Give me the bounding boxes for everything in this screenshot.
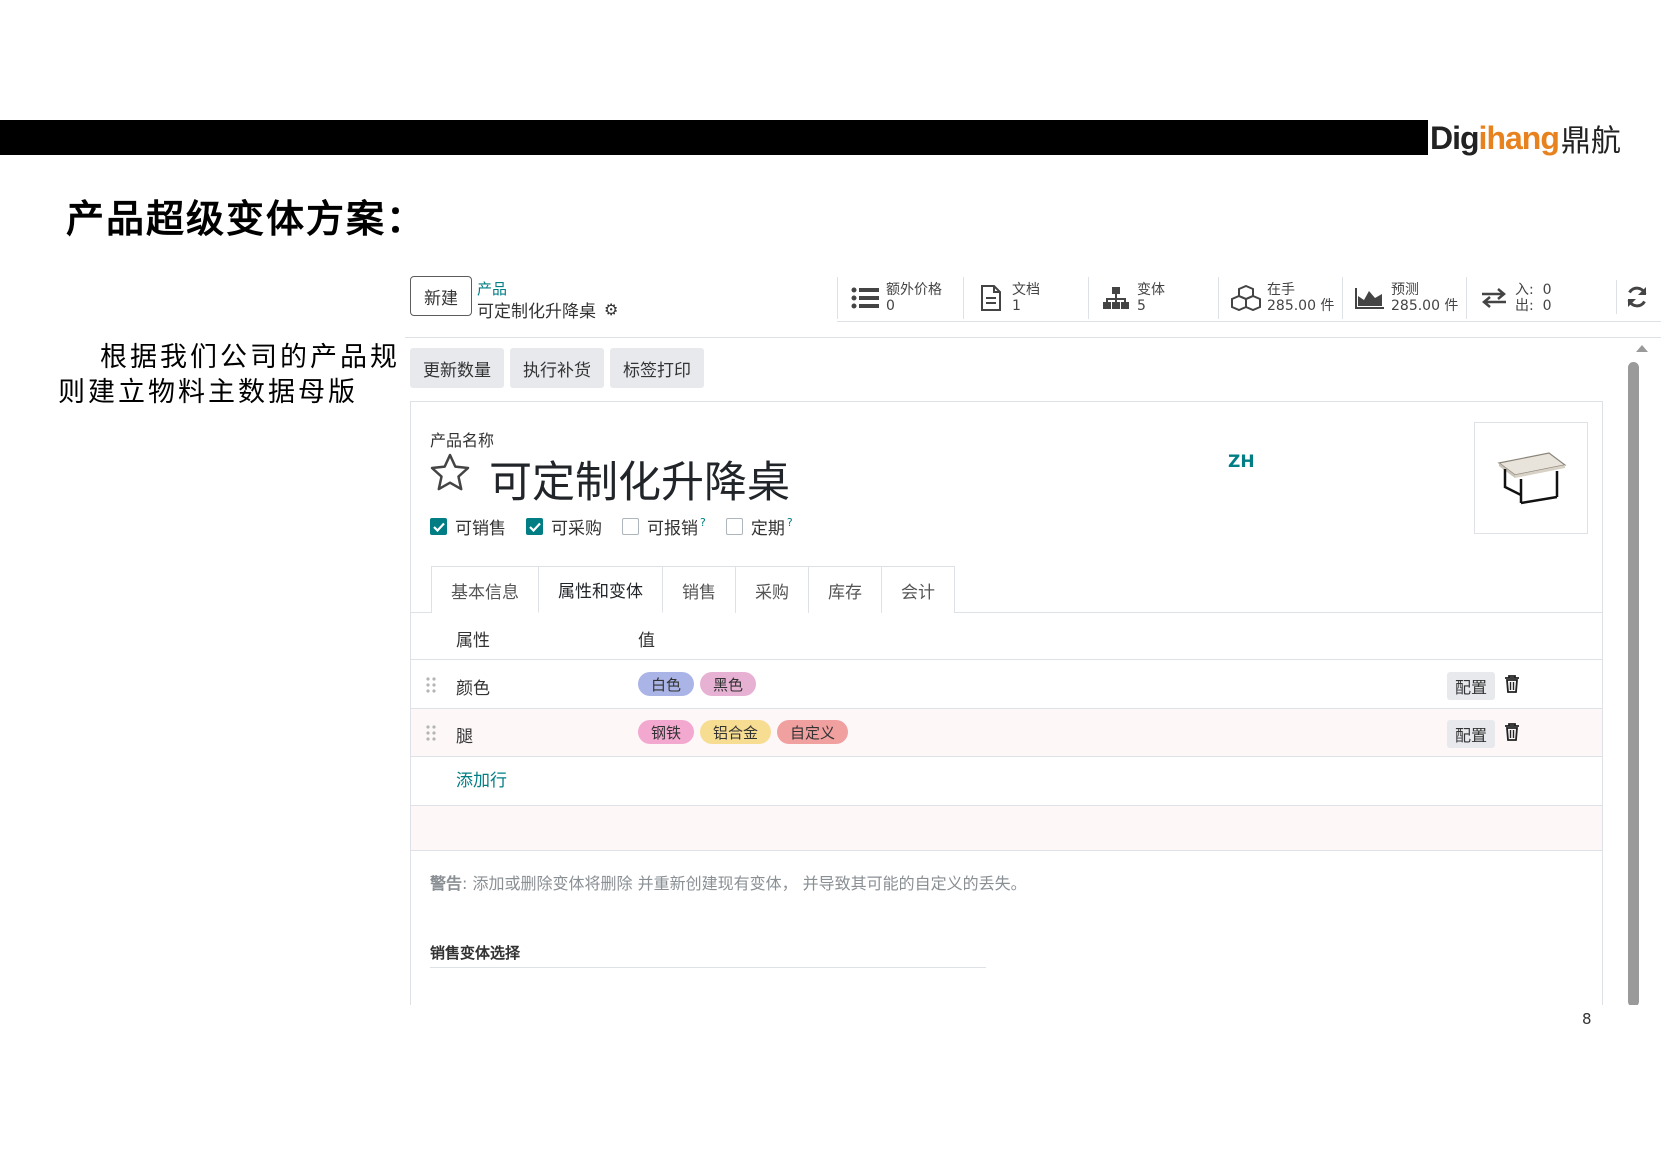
action-buttons: 更新数量 执行补货 标签打印	[410, 348, 704, 388]
language-button[interactable]: ZH	[1228, 452, 1255, 472]
company-logo: Dig ihang 鼎航	[1430, 119, 1621, 159]
tab-purchase[interactable]: 采购	[735, 566, 809, 613]
checkbox-checked-icon	[526, 518, 543, 535]
document-icon	[976, 284, 1006, 312]
drag-handle-icon[interactable]	[425, 724, 437, 742]
table-row[interactable]: 腿 钢铁 铝合金 自定义 配置	[411, 709, 1602, 757]
can-be-purchased-checkbox[interactable]: 可采购	[526, 514, 602, 539]
update-quantity-button[interactable]: 更新数量	[410, 348, 504, 388]
tab-sales[interactable]: 销售	[662, 566, 736, 613]
drag-handle-icon[interactable]	[425, 676, 437, 694]
value-tag[interactable]: 铝合金	[700, 720, 772, 744]
value-tag[interactable]: 自定义	[777, 720, 849, 744]
smart-buttons: 额外价格 0 文档 1 变体 5 在手 285.00 件 预测 285.00 件…	[837, 270, 1661, 322]
can-be-sold-checkbox[interactable]: 可销售	[430, 514, 506, 539]
smart-button-documents[interactable]: 文档 1	[963, 277, 1088, 319]
slide-title: 产品超级变体方案：	[66, 196, 427, 241]
checkbox-empty-icon	[622, 518, 639, 535]
recurring-checkbox[interactable]: 定期 ?	[725, 514, 793, 539]
table-row[interactable]: 颜色 白色 黑色 配置	[411, 661, 1602, 709]
cubes-icon	[1231, 284, 1261, 312]
empty-table-row	[411, 806, 1602, 851]
product-name-label: 产品名称	[430, 431, 495, 450]
refresh-icon[interactable]	[1616, 280, 1656, 314]
gear-icon[interactable]: ⚙	[604, 300, 618, 319]
smart-button-forecast[interactable]: 预测 285.00 件	[1342, 277, 1466, 319]
smart-button-on-hand[interactable]: 在手 285.00 件	[1218, 277, 1342, 319]
checkbox-checked-icon	[430, 518, 447, 535]
value-tags: 钢铁 铝合金 自定义	[638, 720, 849, 744]
control-panel: 新建 产品 可定制化升降桌 ⚙ 额外价格 0 文档 1 变体 5 在手 285.…	[405, 270, 1661, 338]
breadcrumb-current-label: 可定制化升降桌	[477, 302, 596, 322]
product-name-field[interactable]: 可定制化升降桌	[489, 448, 790, 510]
value-tag[interactable]: 白色	[638, 672, 695, 696]
exchange-icon	[1479, 284, 1509, 312]
value-tags: 白色 黑色	[638, 672, 757, 696]
configure-button[interactable]: 配置	[1447, 672, 1496, 700]
list-icon	[850, 284, 880, 312]
sitemap-icon	[1101, 284, 1131, 312]
scrollbar[interactable]	[1628, 362, 1639, 1005]
attribute-name: 腿	[456, 727, 473, 747]
print-labels-button[interactable]: 标签打印	[610, 348, 704, 388]
smart-button-in-out[interactable]: 入: 0 出: 0	[1466, 277, 1596, 319]
add-line-link[interactable]: 添加行	[456, 766, 507, 791]
smart-button-variants[interactable]: 变体 5	[1088, 277, 1218, 319]
help-tooltip[interactable]: ?	[787, 516, 793, 529]
form-sheet: 产品名称 可定制化升降桌 ZH 可销售 可采购 可报销 ? 定期 ? 基本信息 …	[410, 401, 1603, 1005]
scroll-up-icon[interactable]	[1636, 345, 1648, 352]
tab-accounting[interactable]: 会计	[881, 566, 955, 613]
trash-icon[interactable]	[1504, 723, 1520, 741]
smart-button-extra-price[interactable]: 额外价格 0	[837, 277, 963, 319]
desk-icon	[1497, 452, 1567, 505]
notebook-tabs: 基本信息 属性和变体 销售 采购 库存 会计	[431, 566, 955, 613]
warning-text: 警告: 添加或删除变体将删除 并重新创建现有变体， 并导致其可能的自定义的丢失。	[430, 874, 1027, 893]
value-tag[interactable]: 黑色	[700, 672, 757, 696]
section-title: 销售变体选择	[430, 942, 986, 968]
column-values[interactable]: 值	[638, 626, 655, 651]
trash-icon[interactable]	[1504, 675, 1520, 693]
new-button[interactable]: 新建	[410, 276, 472, 316]
checkbox-empty-icon	[725, 518, 743, 535]
column-attribute[interactable]: 属性	[456, 626, 490, 651]
favorite-star-icon[interactable]	[429, 452, 471, 494]
tab-attributes-variants[interactable]: 属性和变体	[538, 566, 663, 613]
help-tooltip[interactable]: ?	[700, 516, 706, 529]
product-image[interactable]	[1474, 422, 1588, 534]
breadcrumb-parent[interactable]: 产品	[477, 278, 507, 299]
page-number: 8	[1582, 1010, 1592, 1028]
value-tag[interactable]: 钢铁	[638, 720, 695, 744]
header-bar	[0, 120, 1428, 155]
replenish-button[interactable]: 执行补货	[510, 348, 604, 388]
attribute-name: 颜色	[456, 679, 490, 699]
configure-button[interactable]: 配置	[1447, 720, 1496, 748]
breadcrumb-current: 可定制化升降桌 ⚙	[477, 297, 618, 322]
tab-general-info[interactable]: 基本信息	[431, 566, 539, 613]
area-chart-icon	[1355, 284, 1385, 312]
slide-description: 根据我们公司的产品规则建立物料主数据母版	[58, 342, 400, 408]
product-options: 可销售 可采购 可报销 ? 定期 ?	[430, 514, 793, 539]
odoo-product-form: 新建 产品 可定制化升降桌 ⚙ 额外价格 0 文档 1 变体 5 在手 285.…	[405, 270, 1661, 1005]
tab-inventory[interactable]: 库存	[808, 566, 882, 613]
table-header: 属性 值	[411, 613, 1602, 660]
can-be-expensed-checkbox[interactable]: 可报销 ?	[622, 514, 706, 539]
